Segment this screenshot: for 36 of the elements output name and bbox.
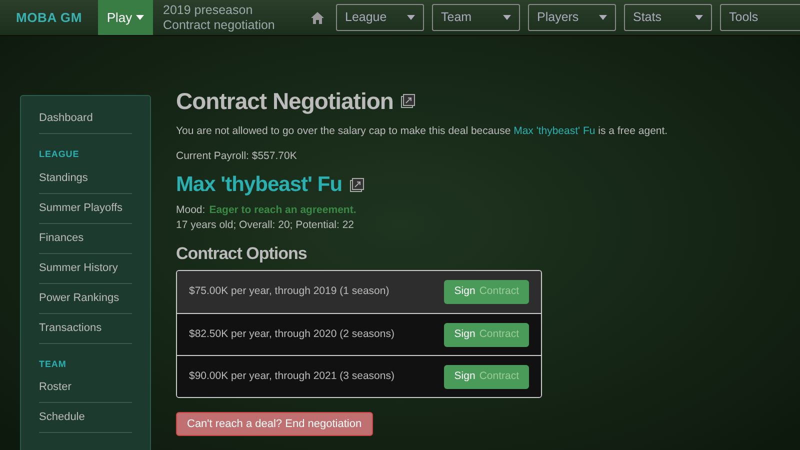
sidebar-item[interactable]: Standings <box>39 164 132 194</box>
logo[interactable]: MOBA GM <box>16 8 82 28</box>
mood-label: Mood: <box>176 202 206 218</box>
nav-dropdown[interactable]: Team <box>432 4 520 31</box>
end-negotiation-button[interactable]: Can't reach a deal? End negotiation <box>176 412 373 436</box>
sidebar-item[interactable]: Power Rankings <box>39 284 132 314</box>
play-menu[interactable]: Play <box>98 0 153 35</box>
sign-contract-button[interactable]: Sign Contract <box>444 364 529 388</box>
season-label: 2019 preseason <box>163 2 254 18</box>
page-title: Contract Negotiation <box>176 88 394 114</box>
section-title: Contract Options <box>176 244 308 264</box>
sidebar-item[interactable]: Dashboard <box>39 104 132 134</box>
salary-cap-notice: You are not allowed to go over the salary cap to make this deal because Max 'thybeast' Fu is a free agent. <box>176 124 668 139</box>
contract-option-text: $90.00K per year, through 2021 (3 seasons) <box>189 368 394 384</box>
player-name[interactable]: Max 'thybeast' Fu <box>176 172 342 196</box>
current-payroll: Current Payroll: $557.70K <box>176 148 298 164</box>
player-link[interactable]: Max 'thybeast' Fu <box>514 125 596 137</box>
sidebar-section-title: LEAGUE <box>39 148 80 161</box>
sign-contract-button[interactable]: Sign Contract <box>444 280 529 304</box>
sidebar-item[interactable]: Finances <box>39 224 132 254</box>
sidebar-section-title: TEAM <box>39 358 68 370</box>
sidebar-item[interactable]: Roster <box>39 373 132 403</box>
sidebar-item[interactable]: Summer History <box>39 254 132 284</box>
sign-contract-button[interactable]: Sign Contract <box>444 322 529 346</box>
nav-dropdown[interactable]: Stats <box>624 4 712 31</box>
sidebar-item[interactable]: Schedule <box>39 403 132 433</box>
page-label: Contract negotiation <box>163 18 275 32</box>
mood-value: Eager to reach an agreement. <box>209 202 356 218</box>
nav-dropdown[interactable]: Players <box>528 4 616 31</box>
sidebar-item[interactable]: Transactions <box>39 314 132 344</box>
player-bio: 17 years old; Overall: 20; Potential: 22 <box>176 218 356 234</box>
contract-option-text: $82.50K per year, through 2020 (2 seasons) <box>189 326 394 342</box>
contract-option-text: $75.00K per year, through 2019 (1 season) <box>189 284 390 300</box>
nav-dropdown[interactable]: Tools <box>720 4 800 31</box>
sidebar-item[interactable]: Summer Playoffs <box>39 194 132 224</box>
nav-dropdown[interactable]: League <box>336 4 424 31</box>
